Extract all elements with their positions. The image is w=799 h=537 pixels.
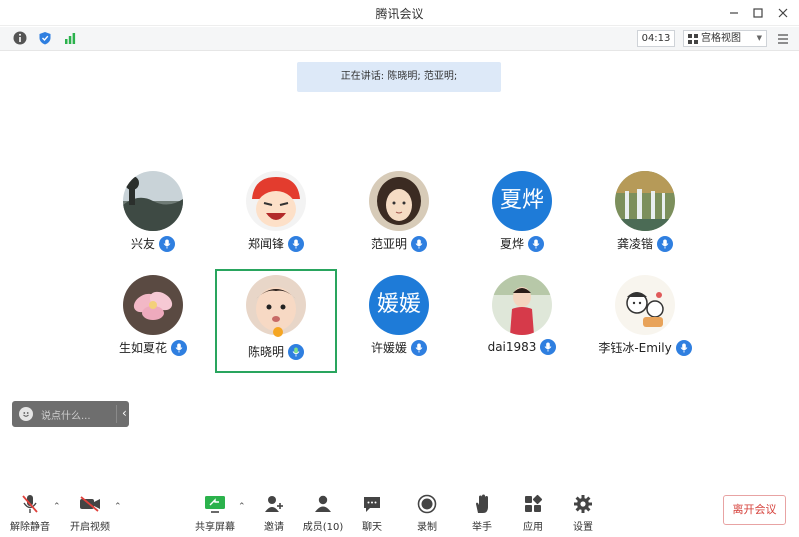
participant-name: 许媛媛 (370, 341, 407, 355)
meeting-info-bar: 04:13 宫格视图 ▼ (0, 27, 799, 51)
mic-icon (528, 235, 544, 252)
share-screen-icon (205, 496, 225, 513)
host-badge-icon (273, 327, 283, 337)
avatar (615, 275, 675, 335)
mic-icon (540, 339, 557, 355)
grid-view-icon (688, 33, 698, 44)
participant-name: 陈晓明 (247, 345, 284, 359)
window-title: 腾讯会议 (375, 7, 424, 21)
view-mode-dropdown[interactable]: 宫格视图 ▼ (683, 30, 767, 47)
apps-label: 应用 (523, 522, 543, 533)
raise-hand-label: 举手 (472, 522, 492, 533)
mic-muted-icon (22, 495, 38, 513)
maximize-button[interactable] (747, 3, 769, 23)
participant-name: 龚凌锴 (616, 237, 653, 251)
emoji-icon[interactable] (19, 407, 33, 421)
chat-button[interactable]: 聊天 (349, 492, 395, 533)
settings-button[interactable]: 设置 (560, 492, 606, 533)
invite-button[interactable]: 邀请 (251, 492, 297, 533)
shield-icon[interactable] (37, 30, 53, 46)
chevron-up-icon[interactable]: ⌃ (114, 502, 122, 512)
participant-name: 郑闻锋 (247, 237, 284, 251)
gear-icon (574, 495, 592, 513)
record-label: 录制 (417, 522, 437, 533)
participant-tile[interactable]: 夏烨 夏烨 (461, 155, 583, 259)
mic-icon (288, 235, 304, 252)
meeting-timer: 04:13 (637, 30, 675, 47)
chevron-up-icon[interactable]: ⌃ (53, 502, 61, 512)
start-video-button[interactable]: 开启视频 (67, 492, 113, 533)
title-bar: 腾讯会议 (0, 0, 799, 26)
divider (116, 405, 117, 423)
avatar (123, 275, 183, 335)
record-button[interactable]: 录制 (404, 492, 450, 533)
mic-icon (675, 339, 692, 356)
participant-name: dai1983 (487, 340, 537, 354)
unmute-button[interactable]: 解除静音 (7, 492, 53, 533)
avatar (123, 171, 183, 231)
mic-icon (411, 235, 427, 252)
avatar (369, 171, 429, 231)
apps-icon (525, 494, 543, 512)
avatar (615, 171, 675, 231)
start-video-label: 开启视频 (70, 522, 110, 533)
info-icon[interactable] (12, 30, 28, 46)
avatar (246, 171, 306, 231)
raise-hand-button[interactable]: 举手 (459, 492, 505, 533)
members-label: 成员(10) (302, 522, 344, 533)
members-icon (315, 495, 331, 512)
participant-name: 生如夏花 (118, 341, 167, 355)
view-mode-label: 宫格视图 (701, 33, 741, 44)
mic-icon (657, 235, 673, 252)
chat-input-pill[interactable]: 说点什么... ‹ (12, 401, 129, 427)
participant-name: 夏烨 (499, 237, 524, 251)
chat-icon (364, 497, 380, 512)
avatar-initials: 媛媛 (369, 275, 429, 335)
participant-tile[interactable]: 媛媛 许媛媛 (338, 259, 460, 363)
participant-tile[interactable]: 生如夏花 (92, 259, 214, 363)
avatar (246, 275, 306, 335)
close-button[interactable] (772, 3, 794, 23)
share-screen-label: 共享屏幕 (195, 522, 235, 533)
mic-speaking-icon (288, 343, 304, 360)
mic-icon (159, 235, 175, 252)
signal-icon[interactable] (62, 30, 78, 46)
participant-tile[interactable]: 兴友 (92, 155, 214, 259)
participant-tile[interactable]: 李钰冰-Emily (584, 259, 706, 363)
participant-tile-active[interactable]: 陈晓明 (215, 269, 337, 373)
record-icon (417, 494, 437, 514)
participant-tile[interactable]: 郑闻锋 (215, 155, 337, 259)
speaking-banner: 正在讲话: 陈晓明; 范亚明; (297, 62, 501, 92)
share-screen-button[interactable]: 共享屏幕 (192, 492, 238, 533)
unmute-label: 解除静音 (10, 522, 50, 533)
hand-icon (476, 494, 488, 513)
invite-user-icon (265, 496, 283, 512)
chevron-left-icon[interactable]: ‹ (122, 406, 127, 420)
chat-placeholder[interactable]: 说点什么... (41, 407, 91, 422)
mic-icon (171, 339, 187, 356)
members-button[interactable]: 成员(10) (300, 492, 346, 533)
participant-name: 范亚明 (370, 237, 407, 251)
leave-meeting-button[interactable]: 离开会议 (723, 495, 786, 525)
participant-name: 李钰冰-Emily (598, 341, 672, 355)
apps-button[interactable]: 应用 (510, 492, 556, 533)
chevron-down-icon: ▼ (756, 34, 762, 42)
participant-tile[interactable]: dai1983 (461, 259, 583, 363)
chevron-up-icon[interactable]: ⌃ (238, 502, 246, 512)
settings-label: 设置 (573, 522, 593, 533)
invite-label: 邀请 (264, 522, 284, 533)
chat-label: 聊天 (362, 522, 382, 533)
camera-off-icon (80, 496, 100, 512)
participant-tile[interactable]: 范亚明 (338, 155, 460, 259)
avatar (492, 275, 552, 335)
avatar-initials: 夏烨 (492, 171, 552, 231)
participant-tile[interactable]: 龚凌锴 (584, 155, 706, 259)
more-menu-icon[interactable] (775, 31, 791, 47)
bottom-toolbar: 解除静音 ⌃ 开启视频 ⌃ 共享屏幕 ⌃ 邀请 成员(10) 聊天 录制 举手 … (0, 487, 799, 537)
minimize-button[interactable] (723, 3, 745, 23)
mic-icon (411, 339, 427, 356)
participant-name: 兴友 (130, 237, 155, 251)
